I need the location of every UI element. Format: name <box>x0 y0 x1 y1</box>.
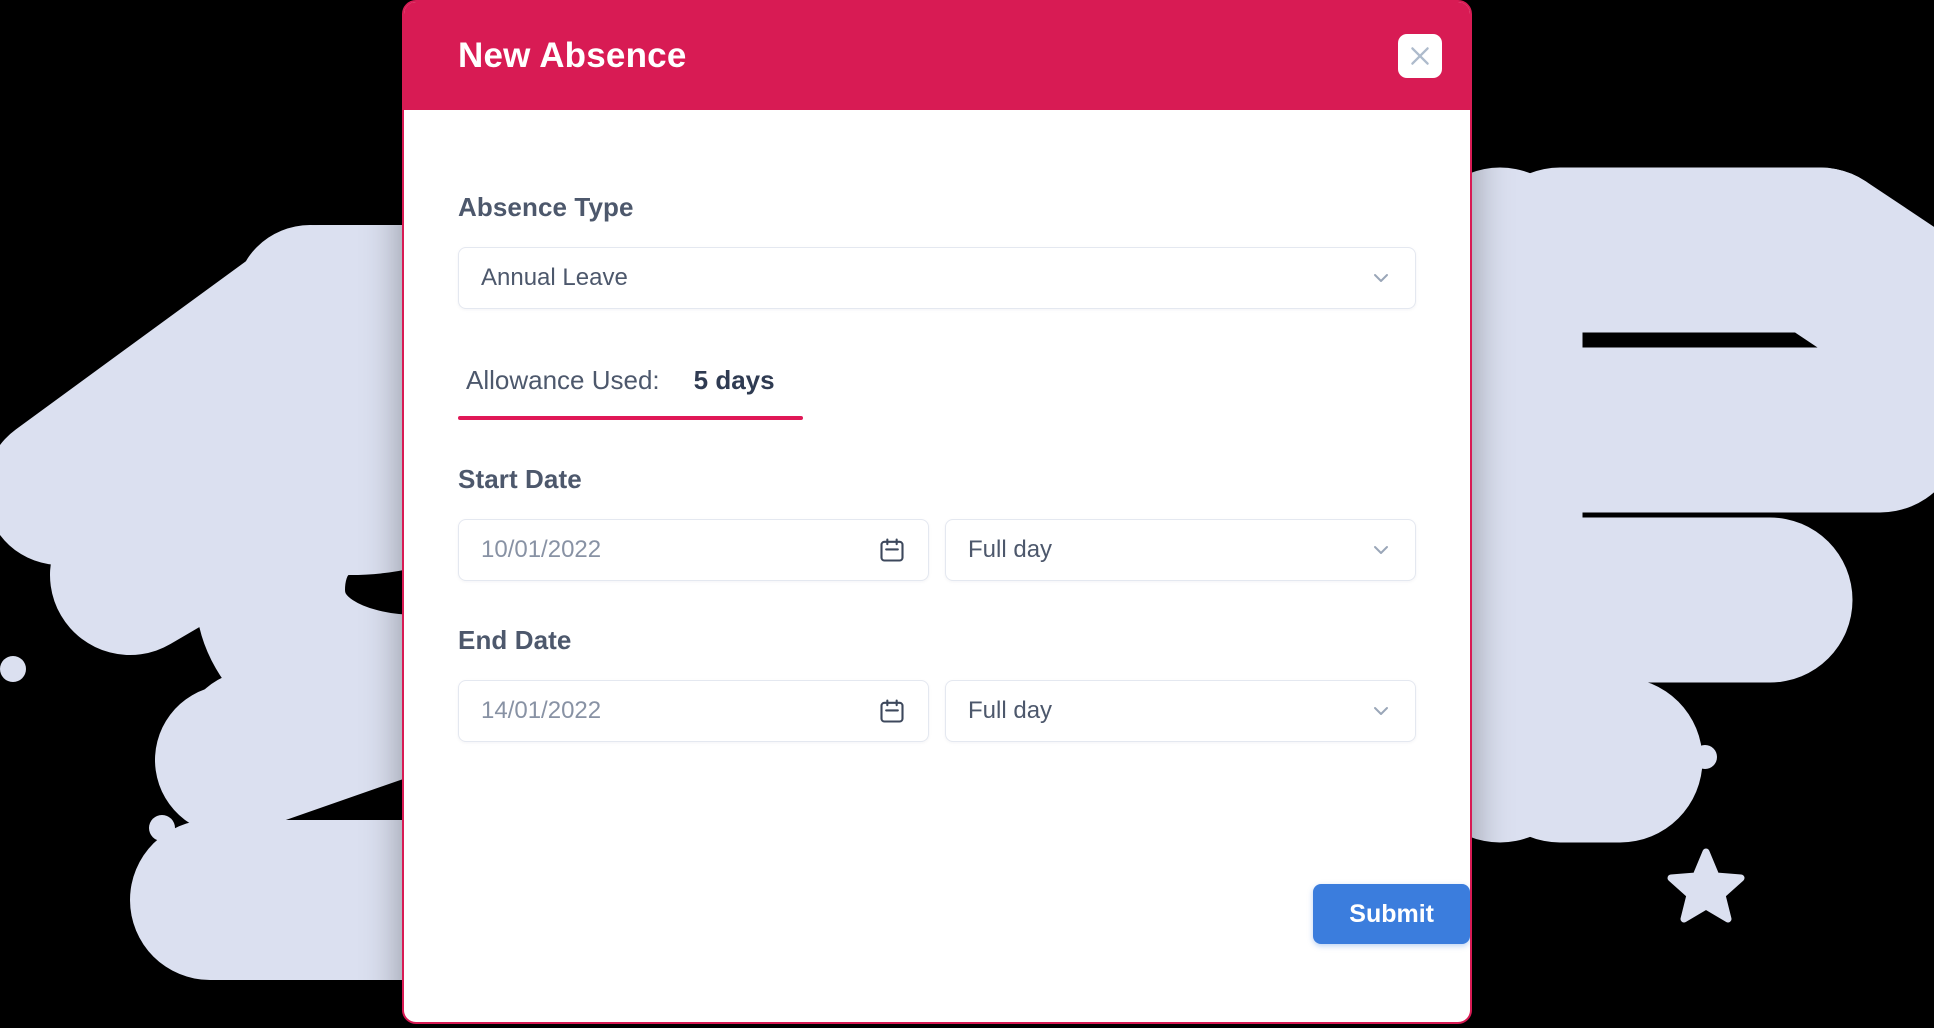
screen: New Absence Absence Type Annual Leave <box>0 0 1934 1028</box>
modal-header: New Absence <box>404 2 1470 110</box>
end-date-section: End Date 14/01/2022 <box>458 625 1416 742</box>
new-absence-modal: New Absence Absence Type Annual Leave <box>402 0 1472 1024</box>
modal-body: Absence Type Annual Leave Allowance Used… <box>404 110 1470 1022</box>
start-date-duration-value: Full day <box>968 536 1359 564</box>
chevron-down-icon <box>1369 538 1393 562</box>
end-date-duration-value: Full day <box>968 697 1359 725</box>
absence-type-value: Annual Leave <box>481 264 1359 292</box>
modal-footer: Submit <box>404 884 1470 944</box>
absence-type-label: Absence Type <box>458 192 1416 223</box>
modal-title: New Absence <box>458 36 687 76</box>
start-date-label: Start Date <box>458 464 1416 495</box>
start-date-input[interactable]: 10/01/2022 <box>458 519 929 581</box>
submit-button[interactable]: Submit <box>1313 884 1470 944</box>
absence-type-select[interactable]: Annual Leave <box>458 247 1416 309</box>
allowance-used-tab[interactable]: Allowance Used: 5 days <box>458 365 803 420</box>
close-icon <box>1407 43 1433 69</box>
allowance-used-label: Allowance Used: <box>466 365 660 396</box>
close-button[interactable] <box>1398 34 1442 78</box>
end-date-duration-select[interactable]: Full day <box>945 680 1416 742</box>
calendar-icon[interactable] <box>878 697 906 725</box>
allowance-used-value: 5 days <box>694 365 775 396</box>
end-date-value: 14/01/2022 <box>481 697 868 725</box>
chevron-down-icon <box>1369 266 1393 290</box>
calendar-icon[interactable] <box>878 536 906 564</box>
absence-type-section: Absence Type Annual Leave <box>458 192 1416 309</box>
start-date-value: 10/01/2022 <box>481 536 868 564</box>
allowance-underline <box>458 416 803 420</box>
start-date-section: Start Date 10/01/2022 <box>458 464 1416 581</box>
allowance-used-row: Allowance Used: 5 days <box>458 365 803 416</box>
start-date-duration-select[interactable]: Full day <box>945 519 1416 581</box>
chevron-down-icon <box>1369 699 1393 723</box>
end-date-input[interactable]: 14/01/2022 <box>458 680 929 742</box>
end-date-label: End Date <box>458 625 1416 656</box>
